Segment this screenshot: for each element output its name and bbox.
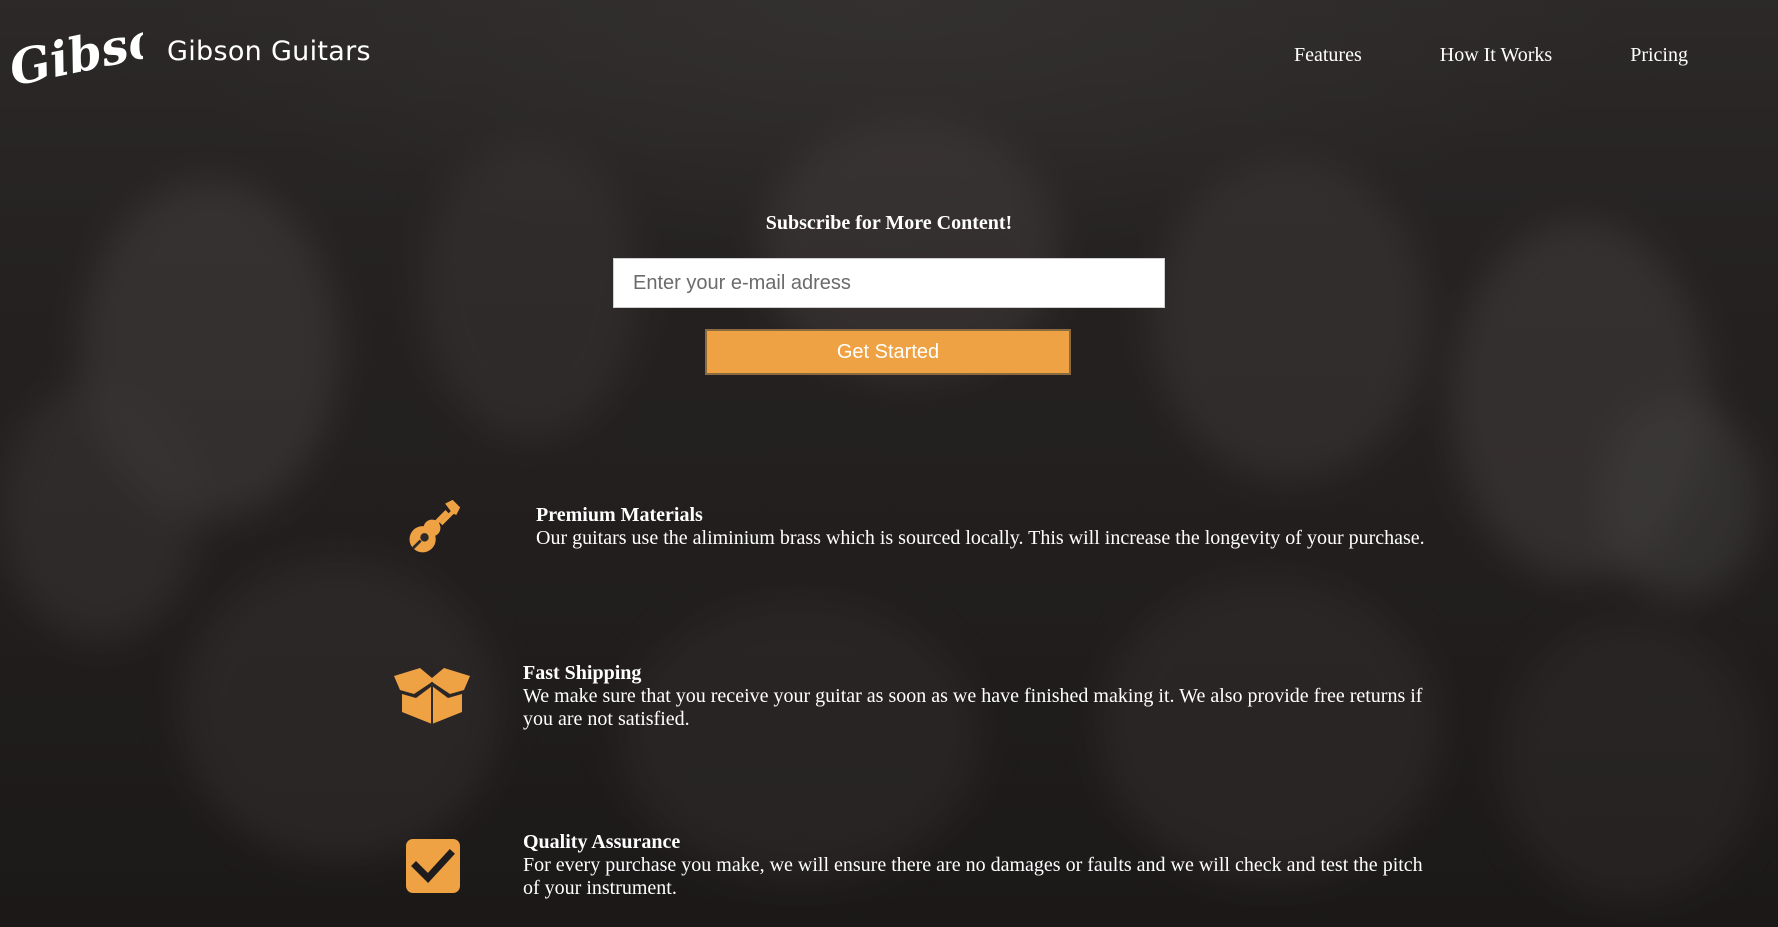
nav-link-pricing[interactable]: Pricing [1630, 44, 1688, 67]
main-nav: Features How It Works Pricing [1294, 44, 1688, 67]
get-started-button[interactable]: Get Started [705, 329, 1071, 375]
feature-title: Quality Assurance [523, 831, 681, 853]
gibson-logo[interactable]: Gibson [8, 12, 143, 102]
email-input[interactable] [613, 258, 1165, 308]
background-overlay [0, 0, 1778, 927]
feature-title: Premium Materials [536, 504, 703, 526]
subscribe-section: Subscribe for More Content! Get Started [0, 212, 1778, 375]
guitar-icon [409, 499, 461, 553]
brand-name[interactable]: Gibson Guitars [167, 36, 371, 67]
feature-description: For every purchase you make, we will ens… [523, 854, 1423, 899]
check-square-icon [406, 839, 460, 893]
nav-link-features[interactable]: Features [1294, 44, 1362, 67]
feature-description: Our guitars use the aliminium brass whic… [536, 527, 1425, 549]
svg-text:Gibson: Gibson [8, 12, 143, 98]
feature-title: Fast Shipping [523, 662, 642, 684]
site-header: Gibson Gibson Guitars Features How It Wo… [0, 0, 1778, 112]
feature-description: We make sure that you receive your guita… [523, 685, 1423, 730]
nav-link-how-it-works[interactable]: How It Works [1440, 44, 1552, 67]
subscribe-title: Subscribe for More Content! [765, 212, 1013, 234]
box-open-icon [394, 668, 470, 724]
